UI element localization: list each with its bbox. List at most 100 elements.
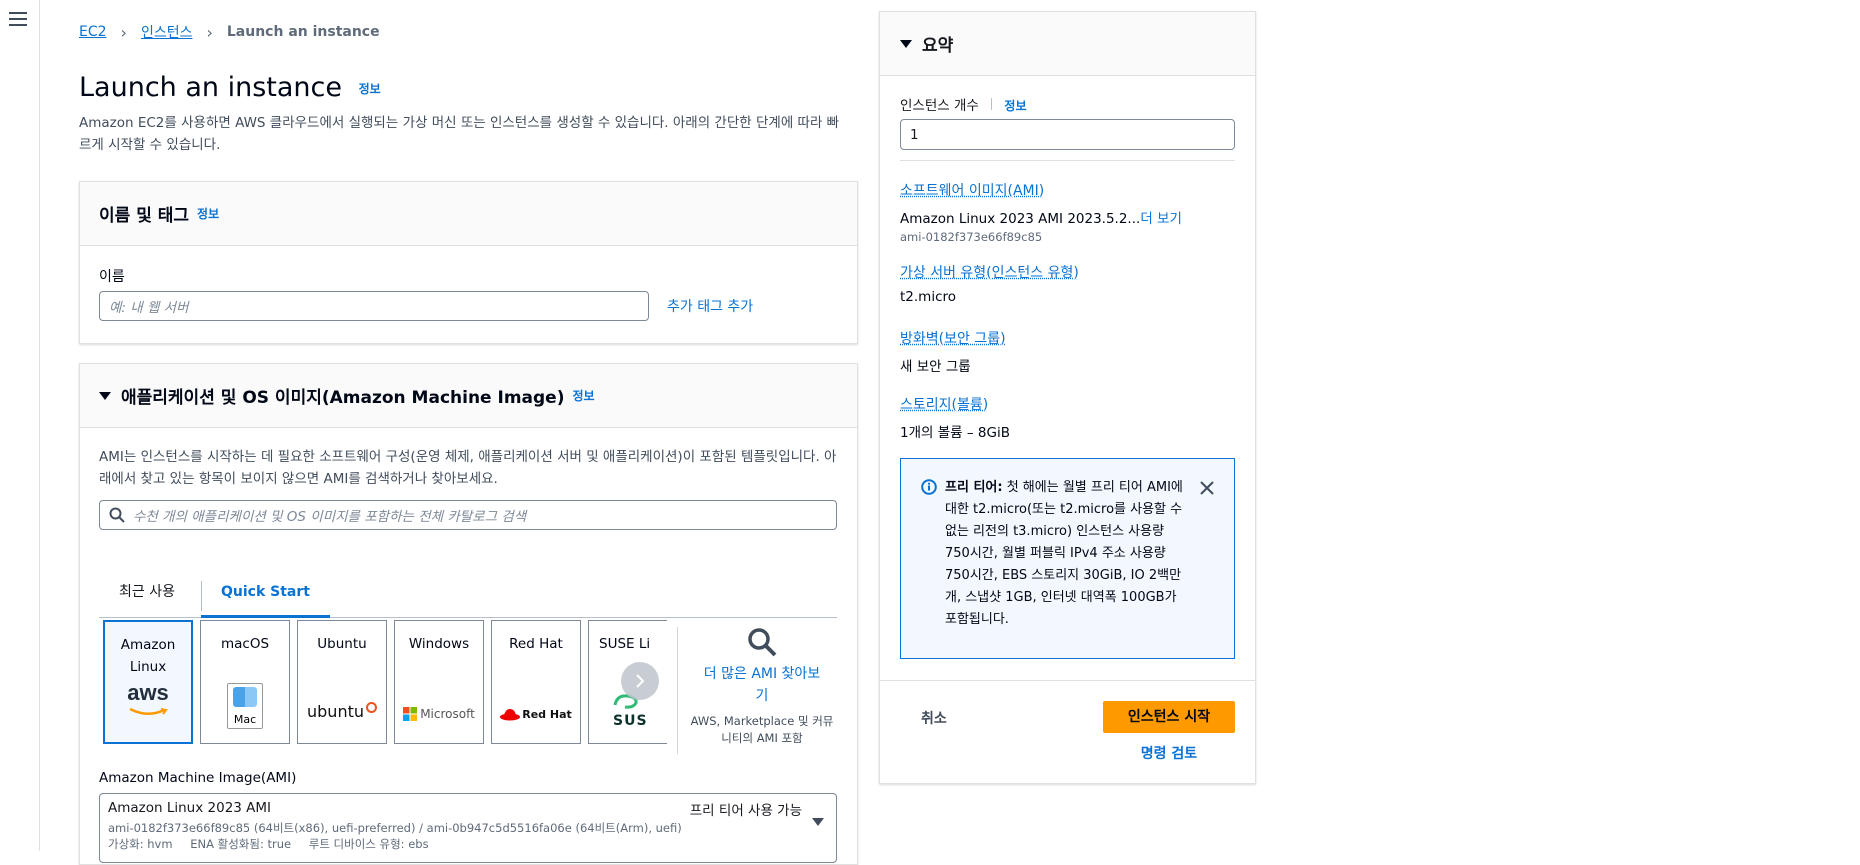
caret-down-icon[interactable] bbox=[900, 39, 912, 48]
name-input-placeholder: 예: 내 웹 서버 bbox=[109, 300, 189, 316]
info-icon bbox=[921, 479, 937, 495]
free-tier-badge: 프리 티어 사용 가능 bbox=[689, 803, 802, 819]
summary-title: 요약 bbox=[922, 36, 954, 56]
close-icon[interactable] bbox=[1200, 481, 1214, 495]
redhat-logo-text: Red Hat bbox=[522, 707, 572, 721]
page-title-row: Launch an instance 정보 bbox=[79, 72, 381, 103]
instance-count-input[interactable]: 1 bbox=[900, 119, 1235, 150]
browse-more-ami[interactable]: 더 많은 AMI 찾아보기 AWS, Marketplace 및 커뮤니티의 A… bbox=[687, 627, 837, 747]
tile-macos[interactable]: macOS Mac bbox=[200, 620, 290, 744]
suse-logo-text: SUS bbox=[613, 713, 648, 729]
ubuntu-circle-icon bbox=[366, 702, 377, 713]
breadcrumb-ec2[interactable]: EC2 bbox=[79, 24, 107, 40]
instance-type-title-link[interactable]: 가상 서버 유형(인스턴스 유형) bbox=[900, 262, 1235, 282]
left-rail bbox=[0, 0, 40, 851]
tile-name: Ubuntu bbox=[317, 636, 367, 652]
ubuntu-logo: ubuntu bbox=[298, 702, 386, 721]
chevron-right-icon: › bbox=[120, 22, 127, 42]
summary-software: 소프트웨어 이미지(AMI) Amazon Linux 2023 AMI 202… bbox=[900, 180, 1235, 244]
browse-divider bbox=[677, 627, 678, 754]
aws-logo-text: aws bbox=[127, 680, 169, 705]
ami-panel: 애플리케이션 및 OS 이미지(Amazon Machine Image) 정보… bbox=[79, 363, 858, 865]
software-more-link[interactable]: 더 보기 bbox=[1140, 211, 1182, 227]
cancel-button[interactable]: 취소 bbox=[921, 708, 947, 728]
free-tier-message: 프리 티어: 첫 해에는 월별 프리 티어 AMI에 대한 t2.micro(또… bbox=[945, 477, 1185, 631]
menu-icon[interactable] bbox=[9, 12, 27, 28]
ami-select-name: Amazon Linux 2023 AMI bbox=[108, 800, 272, 816]
review-commands-link[interactable]: 명령 검토 bbox=[1103, 743, 1235, 763]
breadcrumb-instances[interactable]: 인스턴스 bbox=[141, 22, 193, 42]
mac-logo: Mac bbox=[201, 683, 289, 729]
software-ami-id: ami-0182f373e66f89c85 bbox=[900, 230, 1043, 244]
tab-recent[interactable]: 최근 사용 bbox=[99, 569, 195, 615]
ami-virtualization: 가상화: hvm bbox=[108, 837, 173, 851]
ami-tabs: 최근 사용 Quick Start bbox=[99, 569, 837, 618]
windows-icon bbox=[403, 707, 418, 721]
firewall-value: 새 보안 그룹 bbox=[900, 359, 971, 375]
ami-select-meta: 가상화: hvm ENA 활성화됨: true 루트 디바이스 유형: ebs bbox=[108, 836, 429, 852]
ami-select-label: Amazon Machine Image(AMI) bbox=[99, 770, 297, 786]
chevron-right-icon: › bbox=[206, 22, 213, 42]
ami-search-input[interactable]: 수천 개의 애플리케이션 및 OS 이미지를 포함하는 전체 카탈로그 검색 bbox=[99, 500, 837, 530]
tile-name: Windows bbox=[408, 636, 470, 652]
ami-ena: ENA 활성화됨: true bbox=[190, 837, 292, 851]
ami-header: 애플리케이션 및 OS 이미지(Amazon Machine Image) 정보 bbox=[80, 364, 857, 428]
redhat-hat-icon bbox=[500, 709, 521, 721]
suse-logo: SUS bbox=[589, 693, 667, 729]
divider bbox=[880, 680, 1255, 681]
ami-info-link[interactable]: 정보 bbox=[572, 387, 594, 404]
aws-logo: aws bbox=[105, 682, 191, 720]
divider bbox=[900, 160, 1235, 161]
info-link[interactable]: 정보 bbox=[359, 82, 381, 96]
name-tags-info-link[interactable]: 정보 bbox=[197, 205, 219, 222]
software-value-row: Amazon Linux 2023 AMI 2023.5.2...더 보기 bbox=[900, 207, 1235, 227]
firewall-title-link[interactable]: 방화벽(보안 그룹) bbox=[900, 328, 1235, 348]
summary-storage: 스토리지(볼륨) 1개의 볼륨 – 8GiB bbox=[900, 394, 1235, 441]
chevron-right-icon bbox=[636, 674, 645, 688]
name-input[interactable]: 예: 내 웹 서버 bbox=[99, 291, 649, 321]
ubuntu-logo-text: ubuntu bbox=[307, 702, 364, 721]
summary-panel: 요약 인스턴스 개수 정보 1 소프트웨어 이미지(AMI) Amazon Li… bbox=[879, 11, 1256, 784]
instance-count-label-row: 인스턴스 개수 정보 bbox=[900, 94, 1027, 114]
instance-count-info-link[interactable]: 정보 bbox=[1004, 99, 1026, 113]
add-tags-link[interactable]: 추가 태그 추가 bbox=[667, 296, 753, 316]
search-icon bbox=[109, 507, 125, 523]
storage-title-link[interactable]: 스토리지(볼륨) bbox=[900, 394, 1235, 414]
breadcrumb-current: Launch an instance bbox=[226, 24, 380, 40]
carousel-next-button[interactable] bbox=[621, 662, 659, 700]
page-title: Launch an instance bbox=[79, 72, 342, 103]
caret-down-icon[interactable] bbox=[99, 391, 111, 400]
instance-type-value: t2.micro bbox=[900, 289, 957, 305]
storage-value: 1개의 볼륨 – 8GiB bbox=[900, 425, 1010, 441]
name-tags-panel: 이름 및 태그 정보 이름 예: 내 웹 서버 추가 태그 추가 bbox=[79, 181, 858, 344]
software-value: Amazon Linux 2023 AMI 2023.5.2... bbox=[900, 211, 1141, 227]
tile-redhat[interactable]: Red Hat Red Hat bbox=[491, 620, 581, 744]
label-divider bbox=[991, 98, 993, 110]
software-title-link[interactable]: 소프트웨어 이미지(AMI) bbox=[900, 180, 1235, 200]
summary-instance-type: 가상 서버 유형(인스턴스 유형) t2.micro bbox=[900, 262, 1235, 305]
summary-firewall: 방화벽(보안 그룹) 새 보안 그룹 bbox=[900, 328, 1235, 375]
redhat-logo: Red Hat bbox=[492, 707, 580, 721]
launch-instance-button[interactable]: 인스턴스 시작 bbox=[1103, 701, 1235, 733]
tab-quick-start[interactable]: Quick Start bbox=[201, 569, 330, 618]
name-tags-header: 이름 및 태그 정보 bbox=[80, 182, 857, 246]
mac-logo-text: Mac bbox=[233, 713, 257, 726]
page-description: Amazon EC2를 사용하면 AWS 클라우드에서 실행되는 가상 머신 또… bbox=[79, 115, 840, 153]
tile-name: Red Hat bbox=[509, 636, 563, 652]
browse-more-link[interactable]: 더 많은 AMI 찾아보기 bbox=[687, 663, 837, 707]
tile-amazon-linux[interactable]: Amazon Linux aws bbox=[103, 620, 193, 744]
microsoft-logo: Microsoft bbox=[395, 707, 483, 721]
ami-description: AMI는 인스턴스를 시작하는 데 필요한 소프트웨어 구성(운영 체제, 애플… bbox=[99, 449, 837, 487]
ami-select[interactable]: Amazon Linux 2023 AMI ami-0182f373e66f89… bbox=[99, 793, 837, 863]
free-tier-bold: 프리 티어: bbox=[945, 480, 1003, 495]
ami-root-device: 루트 디바이스 유형: ebs bbox=[308, 837, 429, 851]
tile-ubuntu[interactable]: Ubuntu ubuntu bbox=[297, 620, 387, 744]
os-tiles-strip: Amazon Linux aws macOS Mac Ubuntu ubuntu bbox=[103, 620, 667, 748]
ami-select-ids: ami-0182f373e66f89c85 (64비트(x86), uefi-p… bbox=[108, 821, 682, 835]
free-tier-alert: 프리 티어: 첫 해에는 월별 프리 티어 AMI에 대한 t2.micro(또… bbox=[900, 458, 1235, 659]
tile-windows[interactable]: Windows Microsoft bbox=[394, 620, 484, 744]
ami-search-placeholder: 수천 개의 애플리케이션 및 OS 이미지를 포함하는 전체 카탈로그 검색 bbox=[133, 509, 527, 525]
search-icon bbox=[748, 628, 777, 657]
tile-name: macOS bbox=[220, 636, 270, 652]
ami-section-title: 애플리케이션 및 OS 이미지(Amazon Machine Image) bbox=[121, 388, 565, 408]
